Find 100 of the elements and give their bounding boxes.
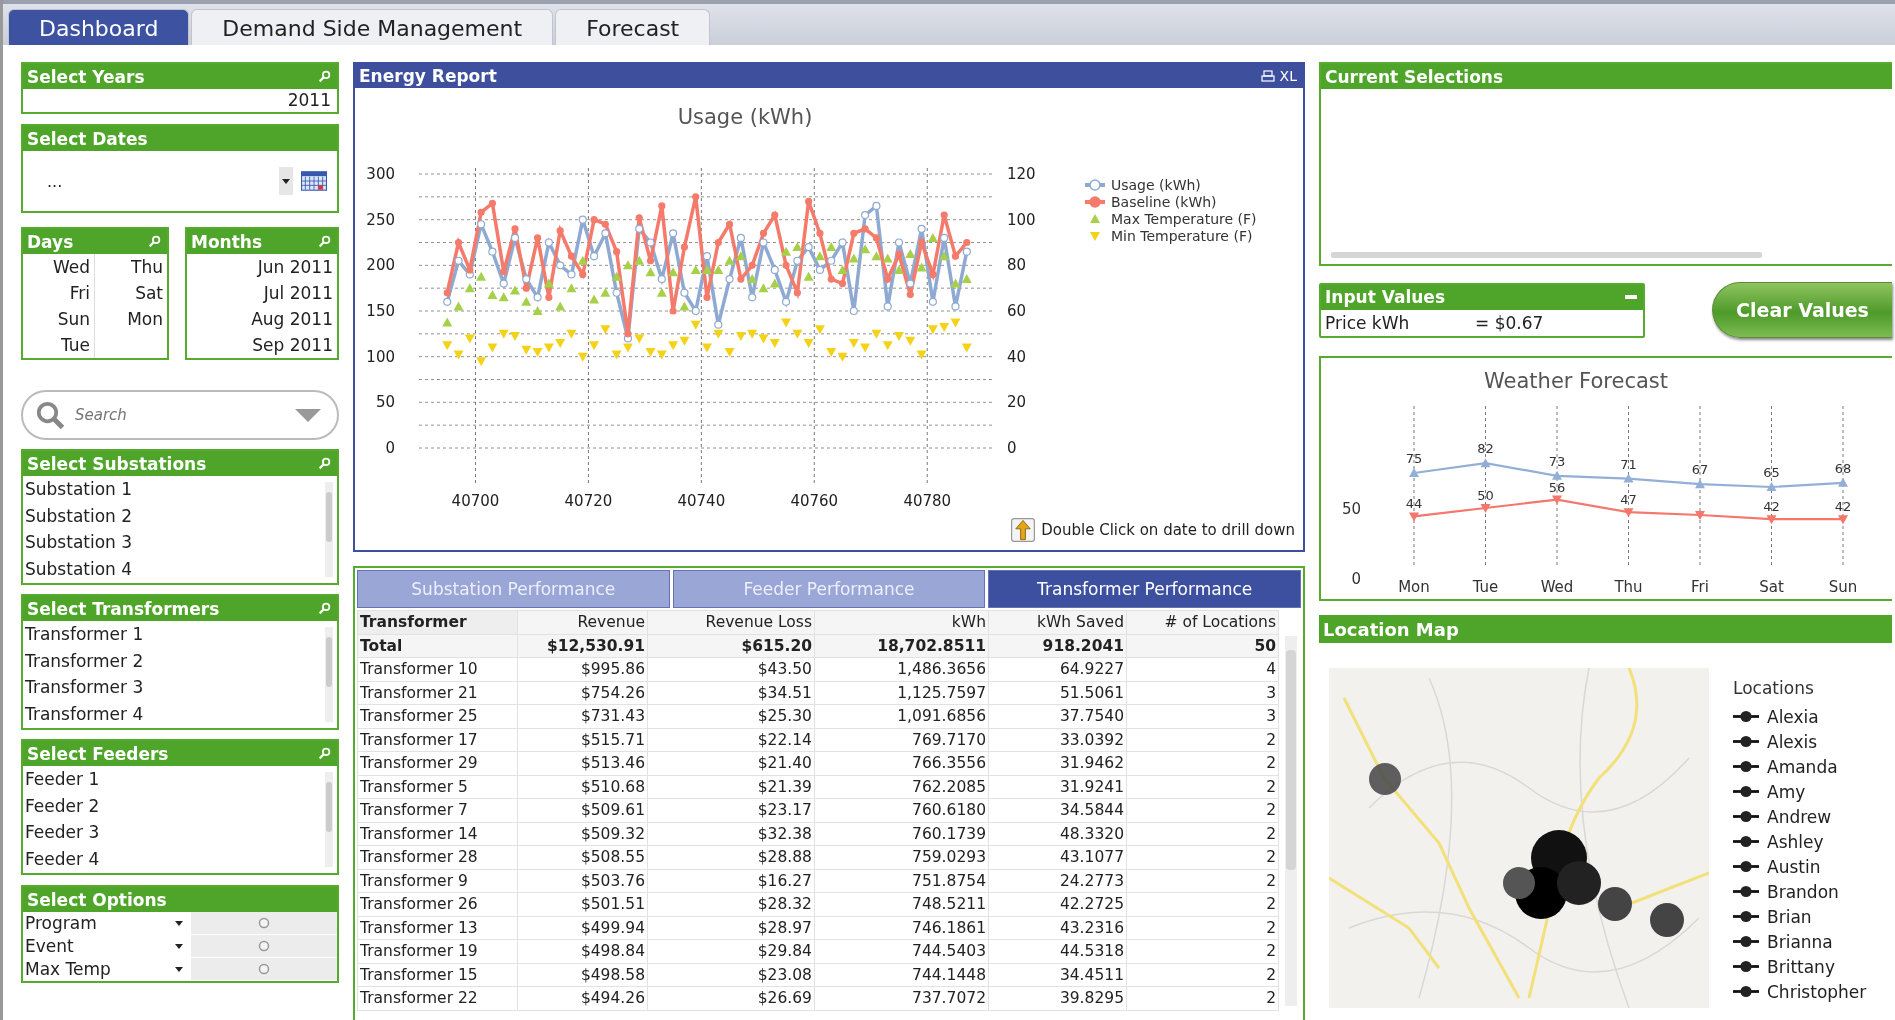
- list-item[interactable]: Substation 3: [25, 529, 321, 556]
- location-item[interactable]: Andrew: [1767, 806, 1832, 827]
- table-cell: 2: [1126, 845, 1279, 869]
- table-cell: $32.38: [647, 822, 815, 846]
- table-cell: 34.5844: [988, 798, 1127, 822]
- table-cell: Transformer 10: [357, 657, 518, 681]
- location-item[interactable]: Ashley: [1767, 831, 1824, 852]
- sheet-tab[interactable]: Demand Side Management: [191, 9, 554, 45]
- axis-label: 80: [1007, 256, 1027, 275]
- day-item[interactable]: Wed: [23, 254, 95, 280]
- total-cell: 50: [1126, 634, 1279, 658]
- option-label: Event: [24, 936, 75, 956]
- table-cell: $494.26: [517, 986, 648, 1010]
- total-cell: Total: [357, 634, 518, 658]
- day-item[interactable]: Fri: [23, 280, 95, 306]
- location-item[interactable]: Austin: [1767, 856, 1821, 877]
- input-value[interactable]: = $0.67: [1475, 312, 1544, 333]
- day-item[interactable]: Thu: [95, 254, 167, 280]
- day-item[interactable]: Sat: [95, 280, 167, 306]
- list-item[interactable]: Transformer 3: [25, 674, 321, 701]
- month-item[interactable]: Jun 2011: [257, 254, 333, 280]
- table-cell: $16.27: [647, 869, 815, 893]
- table-cell: 39.8295: [988, 986, 1127, 1010]
- data-label: 82: [1477, 441, 1494, 457]
- list-item[interactable]: Feeder 3: [25, 819, 321, 846]
- list-item[interactable]: Feeder 2: [25, 792, 321, 819]
- axis-label: 0: [385, 439, 395, 457]
- total-cell: $12,530.91: [517, 634, 648, 658]
- table-cell: 748.5211: [814, 892, 989, 916]
- panel-title: Select Options: [27, 889, 167, 910]
- location-item[interactable]: Alexia: [1767, 706, 1819, 727]
- total-cell: $615.20: [647, 634, 815, 658]
- sheet-tab[interactable]: Forecast: [555, 9, 711, 45]
- axis-label: 300: [366, 165, 395, 183]
- list-item[interactable]: Transformer 2: [25, 647, 321, 674]
- location-item[interactable]: Christopher: [1767, 981, 1867, 1002]
- axis-label: 100: [366, 347, 395, 366]
- axis-label: 250: [366, 210, 395, 229]
- performance-tab[interactable]: Transformer Performance: [988, 570, 1301, 608]
- table-cell: Transformer 15: [357, 963, 518, 987]
- location-item[interactable]: Brianna: [1767, 931, 1833, 952]
- column-header[interactable]: kWh Saved: [988, 610, 1127, 634]
- location-item[interactable]: Amanda: [1767, 756, 1838, 777]
- total-cell: 18,702.8511: [814, 634, 989, 658]
- list-item[interactable]: Substation 2: [25, 502, 321, 529]
- day-item[interactable]: Sun: [23, 306, 95, 332]
- table-cell: $508.55: [517, 845, 648, 869]
- location-item[interactable]: Brandon: [1767, 881, 1839, 902]
- list-item[interactable]: 2011: [287, 90, 331, 110]
- table-cell: 769.7170: [814, 728, 989, 752]
- list-item[interactable]: Substation 1: [25, 476, 321, 503]
- axis-label: 60: [1007, 302, 1027, 320]
- table-cell: $499.94: [517, 916, 648, 940]
- column-header[interactable]: # of Locations: [1126, 610, 1279, 634]
- column-header[interactable]: kWh: [814, 610, 989, 634]
- table-cell: $509.61: [517, 798, 648, 822]
- table-cell: $26.69: [647, 986, 815, 1010]
- data-label: 68: [1834, 460, 1852, 476]
- axis-label: 0: [1351, 570, 1361, 588]
- panel-title: Select Dates: [27, 128, 148, 149]
- table-cell: Transformer 7: [357, 798, 518, 822]
- table-cell: Transformer 25: [357, 704, 518, 728]
- location-item[interactable]: Brittany: [1767, 956, 1835, 977]
- day-item[interactable]: Tue: [23, 332, 95, 358]
- table-cell: $498.84: [517, 939, 648, 963]
- list-item[interactable]: Feeder 4: [25, 845, 321, 872]
- data-label: 75: [1405, 451, 1423, 466]
- list-item[interactable]: Feeder 1: [25, 766, 321, 793]
- table-cell: 34.4511: [988, 963, 1127, 987]
- table-cell: Transformer 17: [357, 728, 518, 752]
- axis-label: 40760: [790, 492, 839, 510]
- location-item[interactable]: Amy: [1767, 781, 1806, 802]
- location-item[interactable]: Brian: [1767, 906, 1812, 927]
- panel-title: Months: [191, 231, 263, 252]
- table-cell: 744.5403: [814, 939, 989, 963]
- list-item[interactable]: Substation 4: [25, 555, 321, 582]
- sheet-tab[interactable]: Dashboard: [8, 9, 190, 45]
- table-cell: $28.97: [647, 916, 815, 940]
- list-item[interactable]: Transformer 1: [25, 621, 321, 648]
- month-item[interactable]: Sep 2011: [252, 332, 333, 358]
- list-item[interactable]: Transformer 4: [25, 700, 321, 727]
- table-cell: 3: [1126, 681, 1279, 705]
- table-cell: 744.1448: [814, 963, 989, 987]
- export-button[interactable]: XL: [1279, 68, 1297, 84]
- legend-label: Min Temperature (F): [1111, 228, 1253, 244]
- table-cell: $23.08: [647, 963, 815, 987]
- column-header[interactable]: Revenue: [517, 610, 648, 634]
- search-field[interactable]: Search: [21, 390, 339, 440]
- axis-label: 40780: [903, 492, 952, 510]
- table-cell: Transformer 5: [357, 775, 518, 799]
- column-header[interactable]: Transformer: [357, 610, 518, 634]
- month-item[interactable]: Jul 2011: [263, 280, 333, 306]
- table-cell: Transformer 28: [357, 845, 518, 869]
- axis-label: Sat: [1759, 578, 1784, 596]
- column-header[interactable]: Revenue Loss: [647, 610, 815, 634]
- month-item[interactable]: Aug 2011: [251, 306, 333, 332]
- data-label: 50: [1477, 488, 1494, 503]
- day-item[interactable]: Mon: [95, 306, 167, 332]
- location-item[interactable]: Alexis: [1767, 731, 1818, 752]
- table-cell: $23.17: [647, 798, 815, 822]
